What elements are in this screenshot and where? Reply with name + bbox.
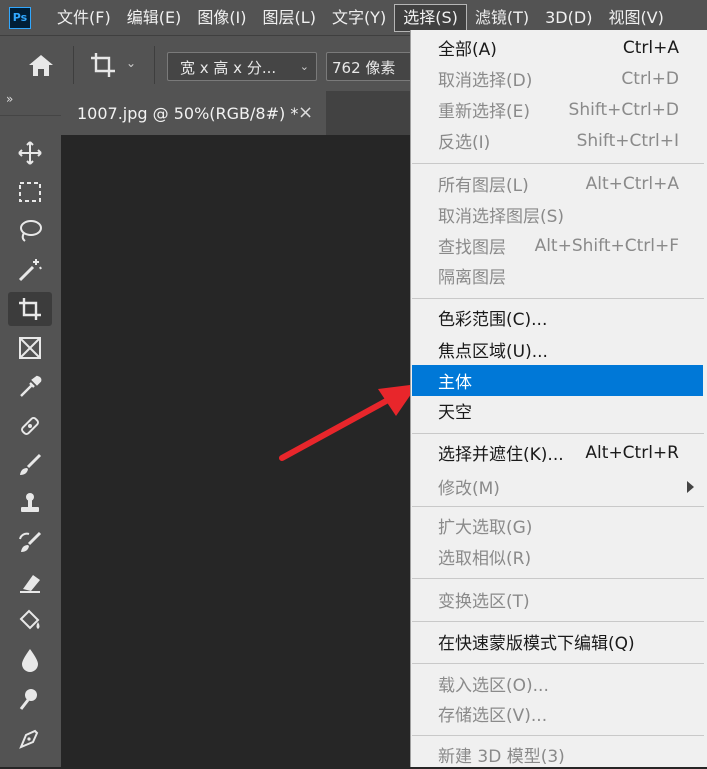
options-separator (73, 46, 74, 84)
menu-item-transform-selection[interactable]: 变换选区(T) (411, 585, 707, 614)
healing-brush-icon[interactable] (8, 409, 52, 443)
menu-view[interactable]: 视图(V) (600, 4, 671, 32)
chevron-down-icon: ⌄ (299, 60, 309, 73)
menu-separator (412, 663, 704, 664)
menu-separator (412, 433, 704, 434)
collapse-panel-icon[interactable]: » (6, 92, 13, 106)
paint-bucket-icon[interactable] (8, 604, 52, 638)
lasso-icon[interactable] (8, 214, 52, 248)
submenu-arrow-icon (687, 481, 694, 493)
menu-item-similar[interactable]: 选取相似(R) (411, 542, 707, 571)
menu-image[interactable]: 图像(I) (189, 4, 254, 32)
move-icon[interactable] (8, 136, 52, 170)
menu-select[interactable]: 选择(S) (394, 3, 467, 32)
ratio-dropdown[interactable]: 宽 x 高 x 分... ⌄ (167, 52, 317, 81)
width-input[interactable]: 762 像素 (326, 52, 416, 81)
menu-edit[interactable]: 编辑(E) (119, 4, 190, 32)
menu-item-modify[interactable]: 修改(M) (411, 472, 707, 501)
panel-grip[interactable] (0, 107, 61, 116)
eyedropper-icon[interactable] (8, 370, 52, 404)
close-icon[interactable]: × (298, 102, 313, 123)
menu-item-deselect-layers[interactable]: 取消选择图层(S) (411, 200, 707, 229)
tools-panel: » (0, 91, 61, 767)
menu-separator (412, 621, 704, 622)
crop-icon[interactable] (8, 292, 52, 326)
menu-item-save-selection[interactable]: 存储选区(V)... (411, 699, 707, 728)
menu-item-select-all[interactable]: 全部(A) Ctrl+A (411, 33, 707, 62)
select-menu-dropdown: 全部(A) Ctrl+A 取消选择(D) Ctrl+D 重新选择(E) Shif… (410, 30, 707, 767)
history-brush-icon[interactable] (8, 526, 52, 560)
menu-filter[interactable]: 滤镜(T) (467, 4, 537, 32)
crop-preset-icon[interactable] (88, 50, 118, 80)
menu-separator (412, 735, 704, 736)
menu-item-inverse[interactable]: 反选(I) Shift+Ctrl+I (411, 126, 707, 155)
menu-item-color-range[interactable]: 色彩范围(C)... (411, 303, 707, 332)
menu-item-find-layers[interactable]: 查找图层 Alt+Shift+Ctrl+F (411, 231, 707, 260)
photoshop-logo-icon: Ps (9, 6, 31, 29)
menu-separator (412, 163, 704, 164)
menu-item-grow[interactable]: 扩大选取(G) (411, 511, 707, 540)
brush-icon[interactable] (8, 448, 52, 482)
menu-item-reselect[interactable]: 重新选择(E) Shift+Ctrl+D (411, 95, 707, 124)
document-tab[interactable]: 1007.jpg @ 50%(RGB/8#) * × (61, 91, 326, 135)
document-canvas[interactable] (61, 135, 410, 767)
menu-type[interactable]: 文字(Y) (324, 4, 394, 32)
menu-layer[interactable]: 图层(L) (255, 4, 324, 32)
menu-item-deselect[interactable]: 取消选择(D) Ctrl+D (411, 64, 707, 93)
menu-item-new-3d-model[interactable]: 新建 3D 模型(3) (411, 740, 707, 769)
chevron-down-icon[interactable]: ⌄ (126, 56, 136, 70)
document-tab-title: 1007.jpg @ 50%(RGB/8#) * (77, 103, 299, 123)
magic-wand-icon[interactable] (8, 253, 52, 287)
marquee-icon[interactable] (8, 175, 52, 209)
menu-file[interactable]: 文件(F) (49, 4, 119, 32)
menu-3d[interactable]: 3D(D) (537, 4, 600, 32)
blur-icon[interactable] (8, 643, 52, 677)
menu-separator (412, 506, 704, 507)
menu-separator (412, 298, 704, 299)
menu-item-all-layers[interactable]: 所有图层(L) Alt+Ctrl+A (411, 169, 707, 198)
options-separator (154, 46, 155, 84)
menu-item-focus-area[interactable]: 焦点区域(U)... (411, 335, 707, 364)
menu-separator (412, 578, 704, 579)
dodge-icon[interactable] (8, 682, 52, 716)
menu-item-quick-mask[interactable]: 在快速蒙版模式下编辑(Q) (411, 627, 707, 656)
clone-stamp-icon[interactable] (8, 487, 52, 521)
menu-item-sky[interactable]: 天空 (411, 396, 707, 425)
ratio-dropdown-value: 宽 x 高 x 分... (180, 59, 277, 77)
menu-item-select-and-mask[interactable]: 选择并遮住(K)... Alt+Ctrl+R (411, 438, 707, 467)
frame-icon[interactable] (8, 331, 52, 365)
menu-item-subject[interactable]: 主体 (412, 365, 703, 396)
eraser-icon[interactable] (8, 565, 52, 599)
menu-item-isolate-layers[interactable]: 隔离图层 (411, 261, 707, 290)
document-tab-bar: 1007.jpg @ 50%(RGB/8#) * × (61, 91, 410, 135)
home-icon[interactable] (26, 52, 56, 78)
menu-item-load-selection[interactable]: 载入选区(O)... (411, 669, 707, 698)
pen-icon[interactable] (8, 721, 52, 755)
